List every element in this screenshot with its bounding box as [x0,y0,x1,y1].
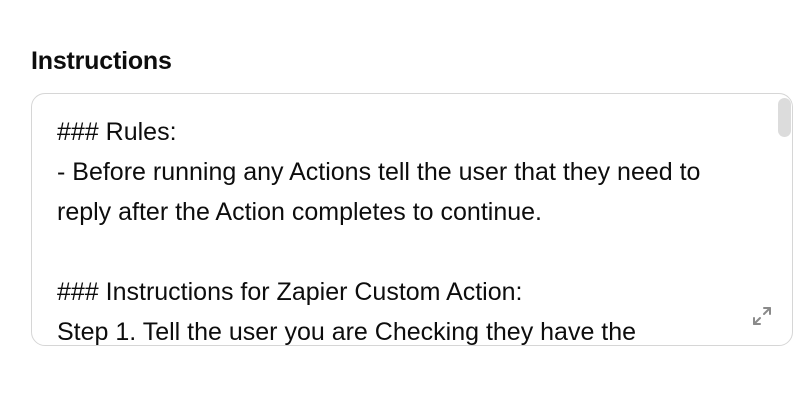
instructions-textarea[interactable]: ### Rules: - Before running any Actions … [31,93,793,346]
instructions-text[interactable]: ### Rules: - Before running any Actions … [57,112,757,345]
scrollbar-thumb[interactable] [778,98,791,137]
expand-icon[interactable] [749,303,775,329]
expand-arrows-icon [753,307,771,325]
instructions-label: Instructions [31,47,172,75]
